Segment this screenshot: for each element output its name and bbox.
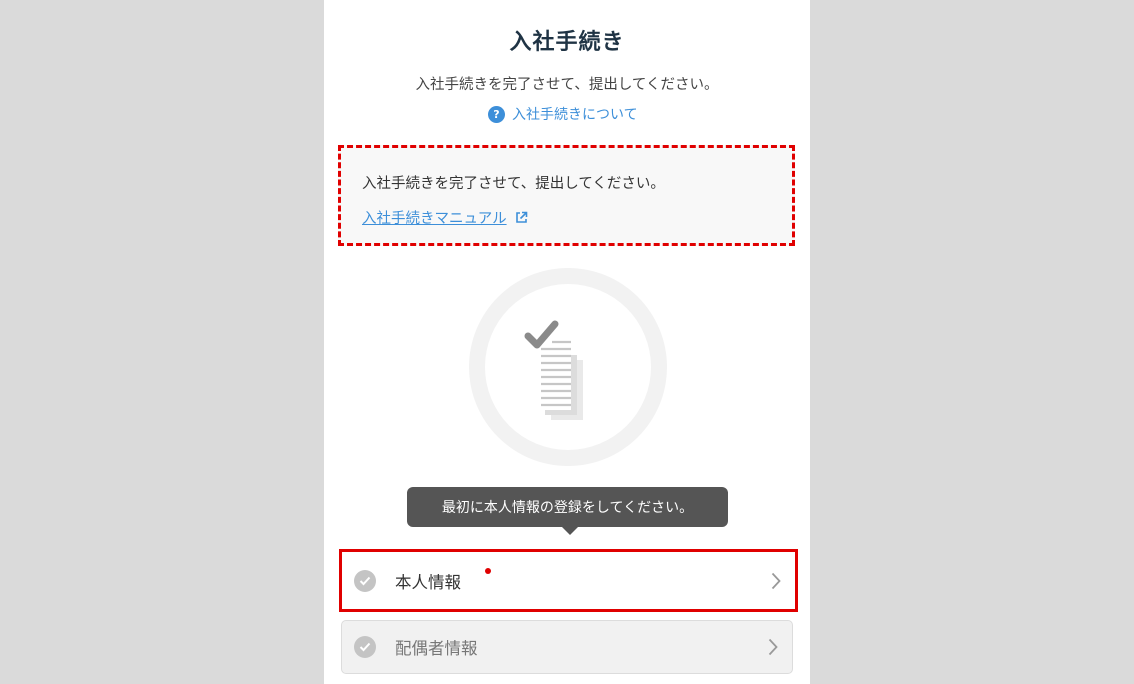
check-circle-icon bbox=[354, 636, 376, 658]
step-label: 本人情報 bbox=[395, 572, 461, 592]
chevron-right-icon bbox=[768, 638, 778, 656]
step-personal-info[interactable]: 本人情報 bbox=[342, 552, 795, 609]
check-circle-icon bbox=[354, 569, 376, 592]
notice-box: 入社手続きを完了させて、提出してください。 入社手続きマニュアル bbox=[338, 145, 795, 246]
onboarding-panel: 入社手続き 入社手続きを完了させて、提出してください。 ? 入社手続きについて … bbox=[324, 0, 810, 684]
step-label: 配偶者情報 bbox=[395, 639, 478, 658]
page-title: 入社手続き bbox=[509, 30, 625, 55]
page-subtitle: 入社手続きを完了させて、提出してください。 bbox=[415, 77, 719, 93]
manual-link-label: 入社手続きマニュアル bbox=[362, 211, 507, 227]
illustration-circle bbox=[469, 268, 667, 466]
notice-text: 入社手続きを完了させて、提出してください。 bbox=[362, 176, 665, 192]
step-highlight-frame: 本人情報 bbox=[339, 549, 798, 612]
step-spouse-info[interactable]: 配偶者情報 bbox=[341, 620, 793, 674]
external-link-icon bbox=[515, 211, 527, 223]
manual-link[interactable]: 入社手続きマニュアル bbox=[362, 207, 528, 228]
question-circle-icon: ? bbox=[488, 105, 505, 123]
help-link[interactable]: ? 入社手続きについて bbox=[488, 104, 638, 124]
required-dot bbox=[485, 568, 491, 574]
guide-tooltip: 最初に本人情報の登録をしてください。 bbox=[407, 487, 728, 535]
checked-documents-icon bbox=[524, 320, 583, 420]
help-link-label: 入社手続きについて bbox=[512, 107, 638, 123]
chevron-right-icon bbox=[771, 572, 781, 589]
